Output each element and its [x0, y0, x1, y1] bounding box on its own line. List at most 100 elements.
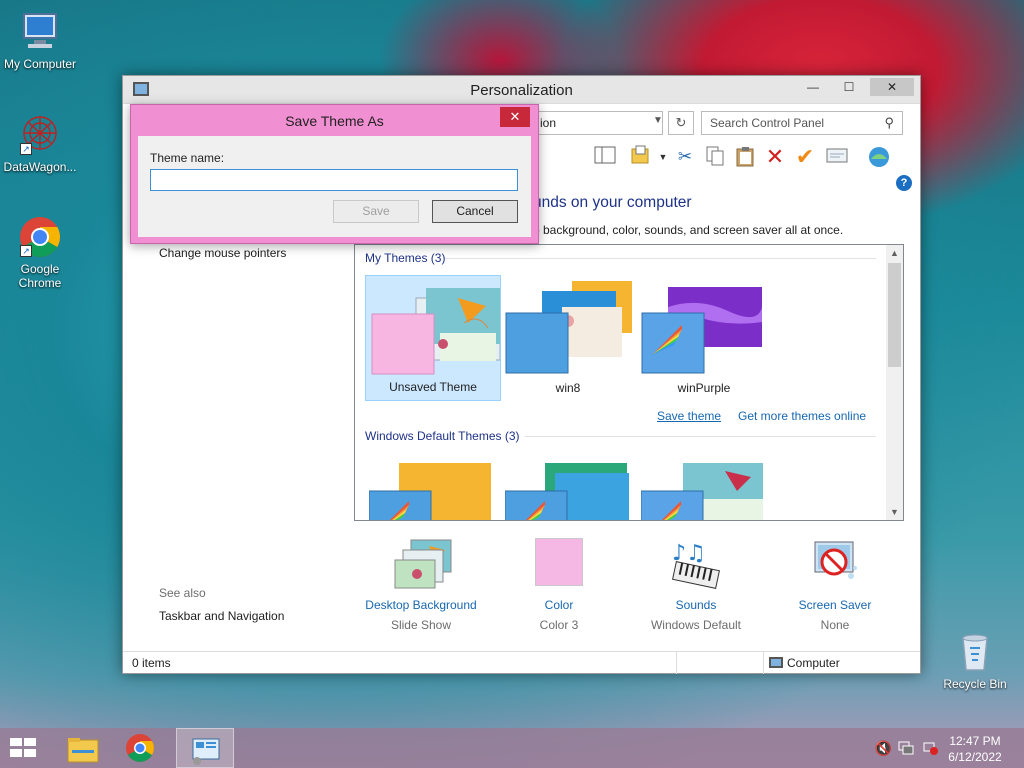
setting-value: None [820, 618, 850, 632]
address-field[interactable]: ion [533, 111, 663, 135]
refresh-button[interactable]: ↻ [668, 111, 694, 135]
sounds-icon: ♪♫ [668, 538, 724, 590]
status-items: 0 items [132, 656, 171, 670]
scroll-down-icon[interactable]: ▼ [886, 507, 903, 517]
theme-preview-default-1 [369, 463, 491, 520]
desktop-icon-label: DataWagon... [3, 160, 77, 174]
theme-win8[interactable]: win8 [500, 275, 636, 401]
see-also-label: See also [159, 586, 206, 600]
shortcut-arrow-icon: ↗ [20, 245, 32, 257]
maximize-button[interactable]: ☐ [836, 78, 862, 96]
layout-pane-icon[interactable] [593, 145, 617, 169]
theme-preview-default-3 [641, 463, 763, 520]
window-titlebar[interactable]: Personalization — ☐ ✕ [123, 76, 920, 104]
themes-scrollbar[interactable]: ▲ ▼ [886, 245, 903, 520]
status-bar: 0 items Computer [123, 651, 920, 674]
desktop-background-icon [393, 538, 452, 590]
theme-label: win8 [555, 381, 581, 395]
close-button[interactable]: ✕ [870, 78, 914, 96]
dialog-title[interactable]: Save Theme As [131, 113, 538, 129]
clock-time: 12:47 PM [949, 734, 1001, 748]
status-divider [676, 652, 677, 674]
setting-sounds[interactable]: ♪♫ Sounds Windows Default [626, 538, 766, 632]
computer-icon [18, 10, 62, 54]
page-title: unds on your computer [533, 194, 692, 211]
desktop-icon-label: Google Chrome [18, 262, 62, 290]
chevron-down-icon[interactable]: ▼ [653, 115, 663, 126]
scroll-thumb[interactable] [888, 263, 901, 367]
theme-label: winPurple [677, 381, 731, 395]
datawagon-icon: ↗ [18, 113, 62, 157]
desktop-icon-my-computer[interactable]: My Computer [0, 10, 80, 71]
paste-icon[interactable] [733, 145, 757, 169]
theme-winpurple[interactable]: winPurple [636, 275, 772, 401]
chevron-down-icon[interactable]: ▼ [651, 145, 675, 169]
chrome-icon: ↗ [18, 215, 62, 259]
setting-color[interactable]: Color Color 3 [489, 538, 629, 632]
taskbar-chrome[interactable] [114, 728, 166, 768]
status-divider [763, 652, 764, 674]
scroll-up-icon[interactable]: ▲ [886, 248, 903, 258]
setting-name: Color [544, 598, 574, 612]
left-link-taskbar[interactable]: Taskbar and Navigation [159, 609, 284, 623]
desktop-icon-recycle-bin[interactable]: Recycle Bin [935, 630, 1015, 691]
desktop-icon-label: My Computer [3, 57, 77, 71]
desktop-icon-chrome[interactable]: ↗ Google Chrome [0, 215, 80, 290]
color-swatch-icon [535, 538, 583, 586]
group-divider [525, 436, 876, 437]
setting-name: Sounds [675, 598, 717, 612]
clock-date: 6/12/2022 [948, 750, 1002, 764]
search-icon: ⚲ [884, 115, 894, 130]
status-location-label: Computer [787, 656, 840, 670]
copy-icon[interactable] [703, 145, 727, 169]
checkmark-icon[interactable]: ✔ [793, 145, 817, 169]
search-input[interactable]: Search Control Panel ⚲ [701, 111, 903, 135]
theme-preview-unsaved [371, 288, 500, 375]
left-link-mouse-pointers[interactable]: Change mouse pointers [159, 246, 286, 260]
save-button[interactable]: Save [333, 200, 419, 223]
taskbar-file-explorer[interactable] [56, 728, 108, 768]
volume-muted-icon[interactable]: 🔇 [875, 740, 892, 757]
toolbar: ▼ ✂ ✕ ✔ [593, 142, 914, 172]
theme-name-label: Theme name: [150, 151, 225, 165]
cancel-button[interactable]: Cancel [432, 200, 518, 223]
dialog-body: Theme name: Save Cancel [138, 136, 531, 237]
action-center-icon[interactable] [922, 741, 938, 758]
screen-saver-icon [807, 538, 863, 590]
theme-label: Unsaved Theme [389, 380, 477, 394]
theme-preview-winpurple [641, 287, 762, 374]
setting-name: Desktop Background [365, 598, 477, 612]
delete-icon[interactable]: ✕ [763, 145, 787, 169]
desktop-icon-datawagon[interactable]: ↗ DataWagon... [0, 113, 80, 174]
address-bar: ion ▼ ↻ Search Control Panel ⚲ [533, 109, 920, 135]
theme-preview-win8 [505, 281, 632, 374]
get-more-themes-link[interactable]: Get more themes online [738, 409, 866, 423]
status-location: Computer [769, 656, 840, 670]
properties-icon[interactable] [825, 145, 849, 169]
chrome-icon [126, 734, 154, 762]
save-theme-link[interactable]: Save theme [657, 409, 721, 423]
start-button[interactable] [10, 738, 38, 758]
help-icon[interactable]: ? [896, 175, 912, 191]
control-panel-icon [192, 738, 220, 765]
setting-name: Screen Saver [798, 598, 872, 612]
network-icon[interactable] [898, 741, 914, 758]
cut-icon[interactable]: ✂ [673, 145, 697, 169]
page-description: p background, color, sounds, and screen … [533, 223, 844, 237]
globe-icon[interactable] [867, 145, 891, 169]
setting-desktop-background[interactable]: Desktop Background Slide Show [351, 538, 491, 632]
shortcut-arrow-icon: ↗ [20, 143, 32, 155]
save-theme-dialog: Save Theme As ✕ Theme name: Save Cancel [130, 104, 539, 244]
folder-options-icon[interactable] [629, 145, 653, 169]
setting-value: Windows Default [650, 618, 742, 632]
theme-name-input[interactable] [150, 169, 518, 191]
setting-value: Color 3 [539, 618, 579, 632]
themes-list[interactable]: My Themes (3) Unsaved Theme win8 winPurp… [354, 244, 904, 521]
taskbar-control-panel[interactable] [176, 728, 234, 768]
minimize-button[interactable]: — [800, 78, 826, 96]
clock[interactable]: 12:47 PM 6/12/2022 [945, 733, 1005, 765]
setting-screen-saver[interactable]: Screen Saver None [765, 538, 905, 632]
dialog-close-button[interactable]: ✕ [500, 107, 530, 127]
theme-unsaved[interactable]: Unsaved Theme [365, 275, 501, 401]
desktop-icon-label: Recycle Bin [943, 677, 1007, 691]
